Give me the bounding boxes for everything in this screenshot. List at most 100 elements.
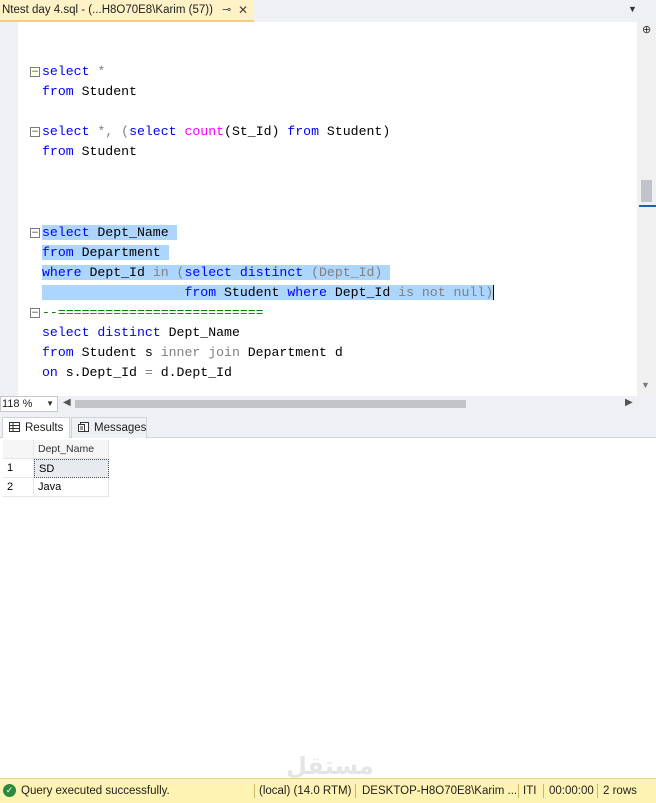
- code-line[interactable]: --==========================: [42, 303, 264, 323]
- code-token: Student: [216, 285, 288, 300]
- divider: [543, 784, 544, 798]
- code-token: d.Dept_Id: [152, 365, 232, 380]
- split-icon[interactable]: ⊕: [642, 25, 651, 36]
- code-token: Dept_Id: [81, 265, 153, 280]
- chevron-down-icon: ▼: [46, 399, 54, 408]
- grid-corner[interactable]: [3, 440, 34, 459]
- document-tab[interactable]: Ntest day 4.sql - (...H8O70E8\Karim (57)…: [0, 0, 254, 22]
- code-token: from: [287, 124, 320, 139]
- code-line[interactable]: select distinct Dept_Name: [42, 323, 240, 343]
- row-number[interactable]: 2: [3, 478, 34, 497]
- status-elapsed-time: 00:00:00: [549, 785, 594, 797]
- code-token: Student s: [73, 345, 161, 360]
- code-token: (Dept_Id): [303, 265, 391, 280]
- code-line[interactable]: from Student: [42, 142, 137, 162]
- code-token: *, (: [89, 124, 130, 139]
- vertical-scroll-thumb[interactable]: [641, 180, 652, 202]
- fold-toggle-icon[interactable]: −: [30, 228, 40, 238]
- divider: [254, 784, 255, 798]
- code-token: Dept_Name: [160, 325, 240, 340]
- code-token: Student: [73, 144, 137, 159]
- code-line[interactable]: select *: [42, 62, 105, 82]
- horizontal-scroll-thumb[interactable]: [75, 400, 466, 408]
- code-token: select: [129, 124, 177, 139]
- editor-margin: [18, 22, 29, 396]
- code-token: select: [42, 225, 90, 240]
- code-token: select: [42, 124, 90, 139]
- messages-icon: [78, 422, 89, 432]
- code-token: from: [184, 285, 217, 300]
- code-token: count: [184, 124, 225, 139]
- fold-toggle-icon[interactable]: −: [30, 127, 40, 137]
- code-token: (: [168, 265, 185, 280]
- code-token: select: [42, 64, 90, 79]
- code-token: Dept_Name: [89, 225, 177, 240]
- status-user: DESKTOP-H8O70E8\Karim ...: [362, 785, 518, 797]
- tab-messages[interactable]: Messages: [71, 417, 147, 438]
- code-area[interactable]: − select * from Student − select *, (select …: [30, 22, 635, 396]
- code-line[interactable]: from Department: [42, 243, 169, 263]
- code-token: select distinct: [184, 265, 304, 280]
- code-token: *: [89, 64, 106, 79]
- scroll-down-icon[interactable]: ▼: [641, 380, 650, 390]
- code-token: where: [42, 265, 82, 280]
- code-token: where: [287, 285, 327, 300]
- query-editor[interactable]: − select * from Student − select *, (select …: [0, 22, 656, 396]
- scroll-left-icon[interactable]: ◀: [63, 397, 71, 408]
- status-message: Query executed successfully.: [21, 785, 170, 797]
- horizontal-bar: 118 % ▼ ◀ ▶: [0, 396, 656, 412]
- zoom-select[interactable]: 118 % ▼: [0, 396, 58, 412]
- code-line[interactable]: from Student s inner join Department d: [42, 343, 343, 363]
- tab-results[interactable]: Results: [2, 417, 70, 438]
- code-token: Student: [73, 84, 137, 99]
- code-token: Department: [73, 245, 169, 260]
- fold-toggle-icon[interactable]: −: [30, 308, 40, 318]
- code-line[interactable]: on s.Dept_Id = d.Dept_Id: [42, 363, 232, 383]
- caret-position-marker: [639, 205, 656, 207]
- code-token: inner join: [160, 345, 240, 360]
- code-line[interactable]: from Student where Dept_Id is not null): [42, 283, 495, 303]
- grid-icon: [9, 422, 20, 432]
- code-token: Student): [319, 124, 391, 139]
- status-row-count: 2 rows: [603, 785, 637, 797]
- code-token: in: [152, 265, 169, 280]
- code-line[interactable]: where Dept_Id in (select distinct (Dept_…: [42, 263, 391, 283]
- grid-cell[interactable]: Java: [34, 478, 109, 497]
- tab-messages-label: Messages: [94, 422, 147, 434]
- code-token: from: [42, 245, 74, 260]
- fold-toggle-icon[interactable]: −: [30, 67, 40, 77]
- code-token: on: [42, 365, 58, 380]
- status-database: ITI: [523, 785, 537, 797]
- scroll-right-icon[interactable]: ▶: [625, 397, 633, 408]
- code-token: from: [42, 345, 74, 360]
- code-token: s.Dept_Id: [57, 365, 145, 380]
- row-number[interactable]: 1: [3, 459, 34, 478]
- code-token: from: [42, 144, 74, 159]
- results-panel: Results Messages Dept_Name 1 SD 2 Java: [0, 412, 656, 778]
- code-line[interactable]: select *, (select count(St_Id) from Stud…: [42, 122, 390, 142]
- close-icon[interactable]: ✕: [238, 0, 248, 21]
- code-token: --==========================: [42, 305, 264, 320]
- code-token: (St_Id): [224, 124, 288, 139]
- watermark-logo: مستقل: [286, 752, 374, 780]
- code-token: Department d: [239, 345, 343, 360]
- divider: [518, 784, 519, 798]
- editor-gutter: [0, 22, 18, 396]
- chevron-down-icon[interactable]: ▼: [628, 4, 637, 14]
- code-line[interactable]: from Student: [42, 82, 137, 102]
- code-token: Dept_Id: [326, 285, 399, 300]
- success-check-icon: ✓: [3, 784, 16, 797]
- vertical-scrollbar[interactable]: ⊕ ▼: [637, 22, 656, 396]
- code-token: is not null: [398, 285, 486, 300]
- tab-results-label: Results: [25, 422, 64, 434]
- code-token: =: [144, 365, 153, 380]
- divider: [355, 784, 356, 798]
- code-token: ): [485, 285, 494, 300]
- zoom-value: 118 %: [2, 398, 33, 410]
- pin-icon[interactable]: ⊸: [222, 0, 231, 21]
- column-header[interactable]: Dept_Name: [34, 440, 109, 459]
- code-line[interactable]: select Dept_Name: [42, 223, 177, 243]
- status-bar: ✓ Query executed successfully. (local) (…: [0, 778, 656, 803]
- grid-cell[interactable]: SD: [34, 459, 109, 478]
